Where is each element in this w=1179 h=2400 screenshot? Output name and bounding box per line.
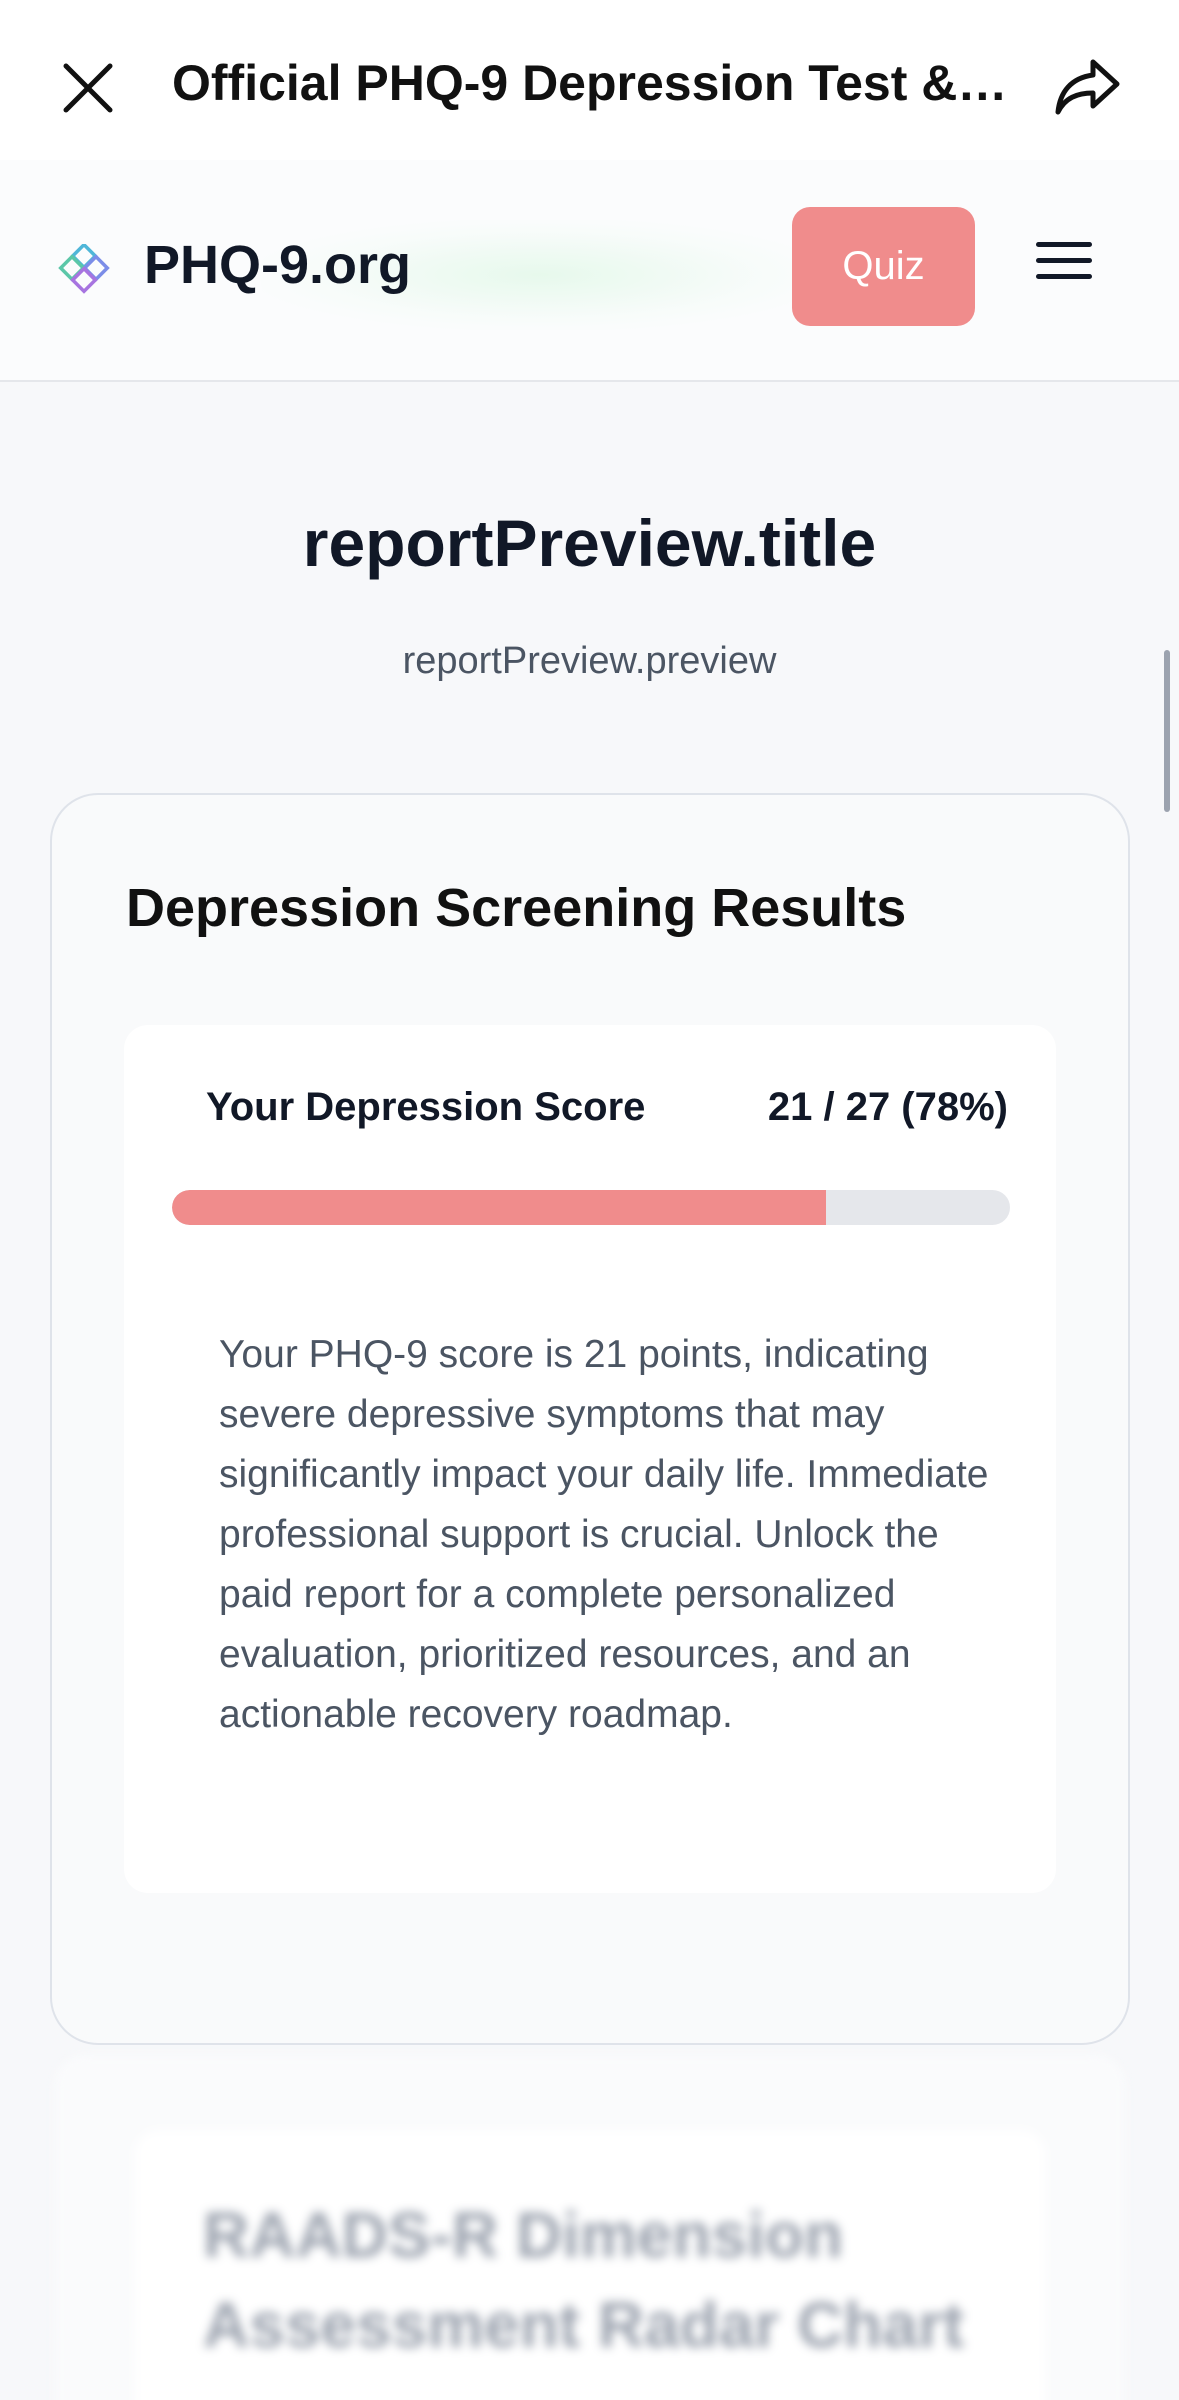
diamond-logo-icon	[58, 244, 110, 294]
locked-report-title: RAADS-R Dimension Assessment Radar Chart	[203, 2199, 965, 2361]
score-box: Your Depression Score 21 / 27 (78%) Your…	[124, 1025, 1056, 1893]
results-card: Depression Screening Results Your Depres…	[50, 793, 1130, 2045]
locked-report-inner: RAADS-R Dimension Assessment Radar Chart	[135, 2130, 1045, 2400]
site-name[interactable]: PHQ-9.org	[144, 234, 411, 296]
close-icon	[63, 63, 113, 113]
results-heading: Depression Screening Results	[126, 878, 907, 938]
locked-report-card: RAADS-R Dimension Assessment Radar Chart	[55, 2055, 1125, 2400]
page-subtitle: reportPreview.preview	[402, 640, 777, 682]
score-label: Your Depression Score	[206, 1085, 646, 1129]
score-progress-fill	[172, 1190, 826, 1225]
site-header: PHQ-9.org Quiz	[0, 160, 1179, 382]
close-button[interactable]	[56, 56, 120, 120]
hamburger-menu-icon[interactable]	[1036, 242, 1092, 292]
page-title: reportPreview.title	[302, 506, 877, 580]
quiz-button[interactable]: Quiz	[792, 207, 975, 326]
browser-top-bar: Official PHQ-9 Depression Test &…	[0, 0, 1179, 160]
share-icon	[1055, 59, 1120, 115]
browser-page-title: Official PHQ-9 Depression Test &…	[172, 55, 1008, 111]
scrollbar-thumb[interactable]	[1164, 650, 1170, 812]
score-value: 21 / 27 (78%)	[767, 1085, 1008, 1129]
share-button[interactable]	[1050, 52, 1126, 122]
score-description: Your PHQ-9 score is 21 points, indicatin…	[219, 1333, 989, 1736]
score-progress-bar	[172, 1190, 1010, 1225]
